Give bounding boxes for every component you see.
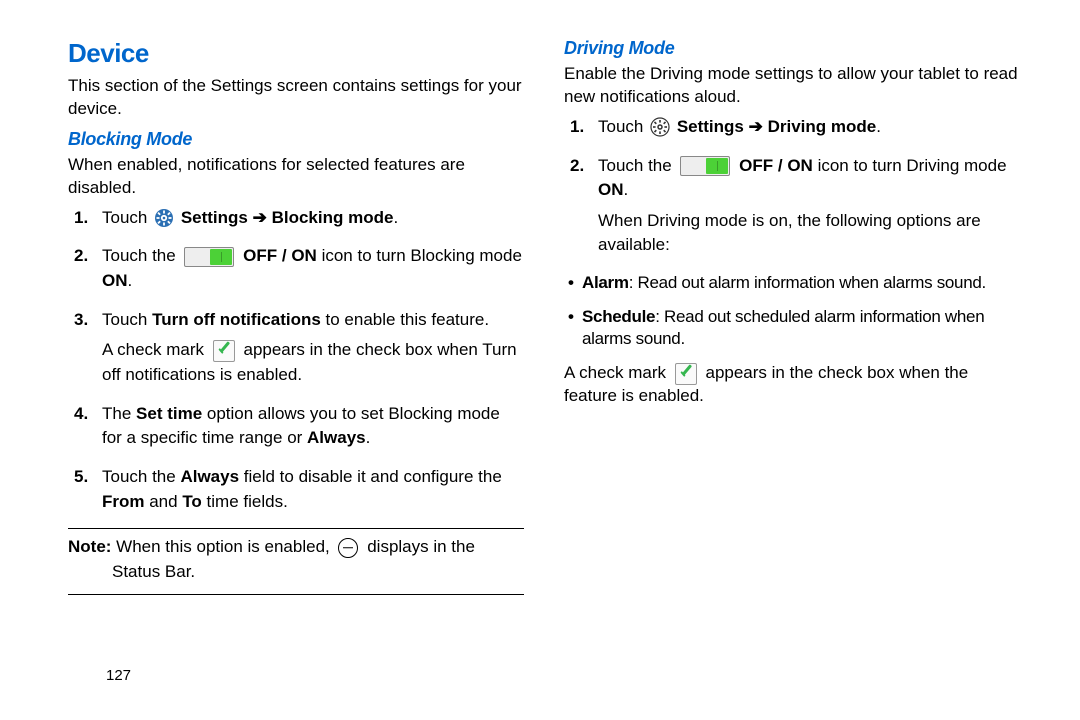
on-label: ON: [598, 180, 624, 199]
step-number: 3.: [74, 308, 88, 333]
bullet-alarm: Alarm: Read out alarm information when a…: [564, 272, 1020, 294]
mode-label: Blocking mode: [267, 208, 394, 227]
step-2-sub: When Driving mode is on, the following o…: [598, 209, 1020, 258]
text: Touch: [102, 310, 152, 329]
heading-driving-mode: Driving Mode: [564, 38, 1020, 59]
gear-icon: [650, 117, 670, 137]
alarm-label: Alarm: [582, 273, 629, 292]
step-4: 4. The Set time option allows you to set…: [68, 402, 524, 451]
driving-steps: 1. Touch Settings ➔ Driving mode. 2. Tou…: [564, 115, 1020, 258]
step-3-sub: A check mark appears in the check box wh…: [102, 338, 524, 387]
bullet-schedule: Schedule: Read out scheduled alarm infor…: [564, 306, 1020, 350]
text: Status Bar.: [68, 560, 195, 585]
always-label: Always: [307, 428, 366, 447]
divider: [68, 594, 524, 595]
text: The: [102, 404, 136, 423]
intro-text: This section of the Settings screen cont…: [68, 75, 524, 121]
heading-device: Device: [68, 38, 524, 69]
from-label: From: [102, 492, 145, 511]
period: .: [876, 117, 881, 136]
mode-label: Driving mode: [763, 117, 876, 136]
minus-circle-icon: [338, 538, 358, 558]
to-label: To: [182, 492, 202, 511]
toggle-icon: [680, 156, 730, 176]
settings-label: Settings: [176, 208, 253, 227]
text: displays in the: [362, 537, 474, 556]
period: .: [393, 208, 398, 227]
on-label: ON: [102, 271, 128, 290]
step-number: 2.: [570, 154, 584, 179]
arrow-icon: ➔: [253, 208, 267, 227]
set-time-label: Set time: [136, 404, 202, 423]
period: .: [128, 271, 133, 290]
period: .: [366, 428, 371, 447]
driving-mode-desc: Enable the Driving mode settings to allo…: [564, 63, 1020, 109]
off-on-label: OFF / ON: [238, 246, 316, 265]
text: time fields.: [202, 492, 288, 511]
text: : Read out alarm information when alarms…: [629, 273, 986, 292]
step-2: 2. Touch the OFF / ON icon to turn Block…: [68, 244, 524, 293]
off-on-label: OFF / ON: [734, 156, 812, 175]
step-3: 3. Touch Turn off notifications to enabl…: [68, 308, 524, 388]
checkmark-icon: [675, 363, 697, 385]
step-number: 5.: [74, 465, 88, 490]
step-1: 1. Touch Settings ➔ Blocking mode.: [68, 206, 524, 231]
gear-icon: [154, 208, 174, 228]
settings-label: Settings: [672, 117, 749, 136]
text: When this option is enabled,: [111, 537, 334, 556]
checkmark-icon: [213, 340, 235, 362]
schedule-label: Schedule: [582, 307, 655, 326]
text: Touch the: [102, 246, 180, 265]
step-5: 5. Touch the Always field to disable it …: [68, 465, 524, 514]
period: .: [624, 180, 629, 199]
text: Touch: [598, 117, 648, 136]
right-column: Driving Mode Enable the Driving mode set…: [564, 38, 1020, 601]
text: and: [145, 492, 183, 511]
heading-blocking-mode: Blocking Mode: [68, 129, 524, 150]
two-column-layout: Device This section of the Settings scre…: [68, 38, 1020, 601]
step-1: 1. Touch Settings ➔ Driving mode.: [564, 115, 1020, 140]
turn-off-label: Turn off notifications: [152, 310, 321, 329]
step-number: 2.: [74, 244, 88, 269]
left-column: Device This section of the Settings scre…: [68, 38, 524, 601]
step-2: 2. Touch the OFF / ON icon to turn Drivi…: [564, 154, 1020, 259]
text: A check mark: [564, 363, 671, 382]
note-label: Note:: [68, 537, 111, 556]
step-number: 1.: [74, 206, 88, 231]
text: A check mark: [102, 340, 209, 359]
driving-options: Alarm: Read out alarm information when a…: [564, 272, 1020, 350]
blocking-mode-desc: When enabled, notifications for selected…: [68, 154, 524, 200]
toggle-icon: [184, 247, 234, 267]
arrow-icon: ➔: [749, 117, 763, 136]
text: Touch the: [598, 156, 676, 175]
text: icon to turn Driving mode: [813, 156, 1007, 175]
text: field to disable it and configure the: [239, 467, 502, 486]
text: Touch: [102, 208, 152, 227]
always-label: Always: [180, 467, 239, 486]
step-number: 4.: [74, 402, 88, 427]
step-number: 1.: [570, 115, 584, 140]
blocking-steps: 1. Touch Settings ➔ Blocking mode. 2. To…: [68, 206, 524, 514]
divider: [68, 528, 524, 529]
page-number: 127: [106, 667, 131, 684]
note: Note: When this option is enabled, displ…: [68, 535, 524, 584]
closing-text: A check mark appears in the check box wh…: [564, 362, 1020, 408]
text: icon to turn Blocking mode: [317, 246, 522, 265]
text: to enable this feature.: [321, 310, 489, 329]
text: Touch the: [102, 467, 180, 486]
